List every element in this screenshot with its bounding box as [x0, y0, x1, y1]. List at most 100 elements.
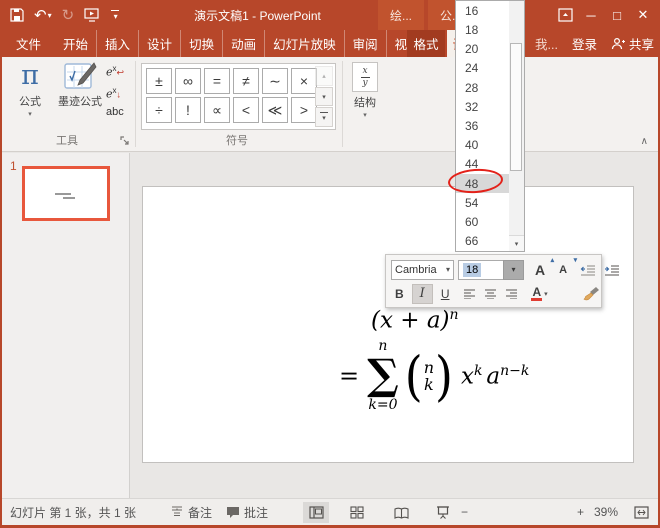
symbols-group-label: 符号 — [202, 132, 272, 148]
font-size-dropdown-button[interactable]: ▾ — [503, 260, 524, 280]
font-size-options: 16 18 20 24 28 32 36 40 44 48 54 60 66 — [456, 1, 509, 251]
maximize-button[interactable]: □ — [604, 0, 630, 30]
symbol-infinity[interactable]: ∞ — [175, 68, 201, 94]
tab-home[interactable]: 开始 — [55, 30, 97, 57]
undo-button[interactable]: ↶ ▾ — [34, 8, 52, 23]
zoom-in-button[interactable]: + — [577, 499, 584, 525]
align-left-button[interactable] — [459, 284, 480, 304]
dropdown-scrollbar[interactable]: ▾ — [509, 1, 524, 251]
font-color-button[interactable]: A ▾ — [527, 284, 551, 304]
redo-button[interactable]: ↻ — [62, 8, 75, 23]
tell-me-box[interactable]: 我... — [535, 34, 558, 53]
slide-canvas[interactable]: (x + a)n = n ∑ k=0 ( n k ) xk — [142, 186, 634, 463]
gallery-scroll-up-button[interactable]: ▴ — [315, 66, 333, 86]
normal-view-button[interactable] — [303, 502, 329, 523]
undo-dropdown-caret[interactable]: ▾ — [48, 11, 52, 20]
slideshow-icon — [84, 8, 101, 22]
window-border-left — [0, 57, 2, 526]
tab-file[interactable]: 文件 — [8, 30, 49, 57]
tab-transitions[interactable]: 切换 — [181, 30, 223, 57]
font-size-option-18[interactable]: 18 — [456, 20, 509, 39]
customize-qat-button[interactable]: ▾ — [111, 10, 119, 21]
equation-button[interactable]: π 公式 ▾ — [10, 61, 50, 118]
font-name-combo[interactable]: Cambria ▾ — [391, 260, 454, 280]
align-center-button[interactable] — [480, 284, 501, 304]
sign-in-button[interactable]: 登录 — [572, 34, 597, 53]
zoom-level[interactable]: 39% — [594, 499, 618, 525]
symbol-proportional[interactable]: ∝ — [204, 97, 230, 123]
font-size-option-66[interactable]: 66 — [456, 232, 509, 251]
symbol-not-equal[interactable]: ≠ — [233, 68, 259, 94]
tab-insert[interactable]: 插入 — [97, 30, 139, 57]
symbol-divide[interactable]: ÷ — [146, 97, 172, 123]
symbol-tilde[interactable]: ∼ — [262, 68, 288, 94]
font-size-option-32[interactable]: 32 — [456, 97, 509, 116]
notes-button[interactable]: 备注 — [170, 499, 212, 525]
underline-button[interactable]: U — [437, 284, 454, 304]
grow-font-caret-icon: ▴ — [551, 256, 555, 264]
minimize-button[interactable]: ─ — [578, 0, 604, 30]
linear-arrow-icon: ↓ — [117, 89, 122, 99]
tab-animations[interactable]: 动画 — [223, 30, 265, 57]
ink-equation-icon — [63, 61, 97, 91]
gallery-scroll-down-button[interactable]: ▾ — [315, 87, 333, 107]
grow-font-button[interactable]: A▴ — [531, 260, 549, 280]
font-size-option-54[interactable]: 54 — [456, 193, 509, 212]
symbol-plus-minus[interactable]: ± — [146, 68, 172, 94]
start-slideshow-button[interactable] — [84, 8, 101, 22]
ribbon-display-options-button[interactable] — [552, 0, 578, 30]
professional-format-button[interactable]: ex↩ — [106, 63, 124, 79]
font-size-combo[interactable]: 18 — [458, 260, 503, 280]
tab-design[interactable]: 设计 — [139, 30, 181, 57]
close-button[interactable]: ✕ — [630, 0, 656, 30]
pi-icon: π — [21, 61, 39, 91]
bold-button[interactable]: B — [391, 284, 408, 304]
font-size-option-16[interactable]: 16 — [456, 1, 509, 20]
collapse-ribbon-button[interactable]: ∧ — [641, 136, 648, 147]
font-size-option-28[interactable]: 28 — [456, 78, 509, 97]
tabrow-right: 我... 登录 共享 — [535, 30, 654, 57]
slide-thumbnail[interactable] — [22, 166, 110, 221]
symbol-greater-than[interactable]: > — [291, 97, 317, 123]
normal-text-button[interactable]: abc — [106, 106, 124, 118]
fit-slide-to-window-button[interactable] — [628, 502, 654, 523]
equation-line2[interactable]: = n ∑ k=0 ( n k ) xk an−k — [339, 339, 529, 413]
share-button[interactable]: 共享 — [611, 34, 654, 53]
equation-line1[interactable]: (x + a)n — [371, 307, 459, 334]
dropdown-scroll-down-button[interactable]: ▾ — [509, 235, 524, 251]
binomial-close-paren: ) — [435, 350, 453, 403]
align-right-button[interactable] — [501, 284, 522, 304]
tab-format-contextual[interactable]: 格式 — [407, 30, 445, 57]
slide-sorter-view-button[interactable] — [344, 502, 370, 523]
tab-review[interactable]: 审阅 — [345, 30, 387, 57]
shrink-font-button[interactable]: A▾ — [555, 260, 571, 280]
slide-sorter-icon — [350, 506, 364, 519]
zoom-out-button[interactable]: − — [461, 499, 468, 525]
increase-indent-button[interactable] — [600, 260, 624, 280]
decrease-indent-button[interactable] — [576, 260, 600, 280]
format-painter-button[interactable] — [578, 284, 604, 304]
reading-view-button[interactable] — [388, 502, 414, 523]
linear-format-button[interactable]: ex↓ — [106, 85, 121, 101]
ink-equation-button[interactable]: 墨迹公式 — [54, 61, 106, 109]
fraction-structure-button[interactable]: x y 结构 ▾ — [348, 62, 382, 119]
comments-button[interactable]: 批注 — [226, 499, 268, 525]
shrink-font-caret-icon: ▾ — [574, 256, 578, 264]
symbol-less-than[interactable]: < — [233, 97, 259, 123]
slideshow-view-button[interactable] — [430, 502, 456, 523]
symbol-times[interactable]: × — [291, 68, 317, 94]
tab-slideshow[interactable]: 幻灯片放映 — [265, 30, 345, 57]
save-button[interactable] — [10, 8, 24, 22]
italic-button-active[interactable]: I — [412, 284, 433, 304]
font-size-option-24[interactable]: 24 — [456, 59, 509, 78]
symbol-factorial[interactable]: ! — [175, 97, 201, 123]
symbol-equal[interactable]: = — [204, 68, 230, 94]
font-size-option-60[interactable]: 60 — [456, 213, 509, 232]
font-size-option-20[interactable]: 20 — [456, 39, 509, 58]
font-size-option-40[interactable]: 40 — [456, 136, 509, 155]
dropdown-scrollbar-thumb[interactable] — [510, 43, 522, 171]
symbol-much-less[interactable]: ≪ — [262, 97, 288, 123]
font-size-option-36[interactable]: 36 — [456, 116, 509, 135]
tools-dialog-launcher[interactable] — [120, 136, 130, 146]
gallery-more-button[interactable]: ▾ — [315, 107, 333, 127]
